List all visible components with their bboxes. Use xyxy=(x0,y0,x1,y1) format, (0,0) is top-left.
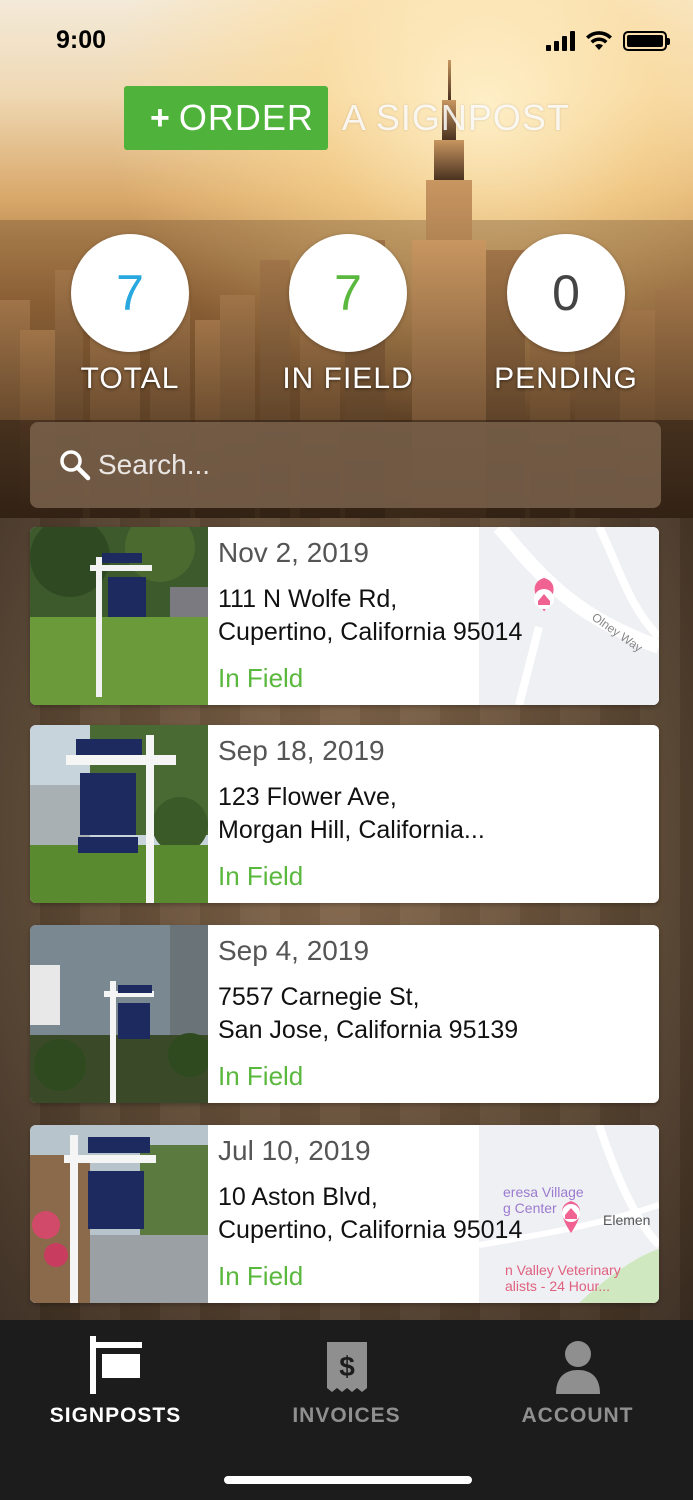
signpost-card[interactable]: eresa Village g Center Elemen n Valley V… xyxy=(30,1125,659,1303)
stat-pending-label: PENDING xyxy=(494,362,638,395)
signpost-status: In Field xyxy=(218,1061,304,1091)
address-line-2: Cupertino, California 95014 xyxy=(218,1216,523,1244)
tab-invoices-label: INVOICES xyxy=(292,1404,401,1427)
signpost-date: Sep 18, 2019 xyxy=(218,735,385,766)
tab-account-label: ACCOUNT xyxy=(521,1404,634,1427)
invoice-icon: $ xyxy=(231,1332,462,1394)
address-line-1: 7557 Carnegie St, xyxy=(218,983,420,1011)
address-line-1: 10 Aston Blvd, xyxy=(218,1183,378,1211)
stat-total[interactable]: 7 TOTAL xyxy=(30,234,230,396)
signpost-photo xyxy=(30,725,208,903)
signpost-status: In Field xyxy=(218,663,304,693)
stat-in-field[interactable]: 7 IN FIELD xyxy=(248,234,448,396)
signpost-icon xyxy=(0,1332,231,1394)
address-line-2: Cupertino, California 95014 xyxy=(218,618,523,646)
stat-total-label: TOTAL xyxy=(80,362,180,395)
stat-pending[interactable]: 0 PENDING xyxy=(466,234,666,396)
address-line-2: Morgan Hill, California... xyxy=(218,816,485,844)
stat-total-value: 7 xyxy=(71,234,189,352)
signpost-address: 123 Flower Ave, Morgan Hill, California.… xyxy=(218,781,578,847)
signpost-address: 111 N Wolfe Rd, Cupertino, California 95… xyxy=(218,583,578,649)
order-button-label: ORDER xyxy=(178,97,314,138)
signpost-photo xyxy=(30,1125,208,1303)
tab-invoices[interactable]: $ INVOICES xyxy=(231,1332,462,1428)
signpost-photo xyxy=(30,925,208,1103)
search-bar xyxy=(30,422,661,508)
address-line-1: 111 N Wolfe Rd, xyxy=(218,585,398,613)
signpost-address: 7557 Carnegie St, San Jose, California 9… xyxy=(218,981,578,1047)
stat-in-field-label: IN FIELD xyxy=(282,362,414,395)
signpost-card[interactable]: Sep 18, 2019 123 Flower Ave, Morgan Hill… xyxy=(30,725,659,903)
signpost-card[interactable]: Olney Way Nov 2, 2019 111 N Wolfe Rd, Cu… xyxy=(30,527,659,705)
battery-icon xyxy=(623,31,670,51)
signpost-photo xyxy=(30,527,208,705)
signpost-address: 10 Aston Blvd, Cupertino, California 950… xyxy=(218,1181,578,1247)
search-input[interactable] xyxy=(98,449,618,481)
order-suffix-text: A SIGNPOST xyxy=(341,97,570,138)
address-line-1: 123 Flower Ave, xyxy=(218,783,397,811)
stat-pending-value: 0 xyxy=(507,234,625,352)
map-place-label: n Valley Veterinary xyxy=(505,1262,621,1278)
signpost-status: In Field xyxy=(218,861,304,891)
svg-text:$: $ xyxy=(339,1351,355,1382)
signpost-card[interactable]: Sep 4, 2019 7557 Carnegie St, San Jose, … xyxy=(30,925,659,1103)
status-time: 9:00 xyxy=(56,26,107,54)
status-icons xyxy=(546,30,670,52)
map-place-label: alists - 24 Hour... xyxy=(505,1278,610,1294)
signpost-date: Jul 10, 2019 xyxy=(218,1135,371,1166)
signpost-date: Nov 2, 2019 xyxy=(218,537,369,568)
signpost-status: In Field xyxy=(218,1261,304,1291)
account-icon xyxy=(462,1332,693,1394)
home-indicator xyxy=(224,1476,472,1484)
wifi-icon xyxy=(586,31,612,50)
map-place-label: Elemen xyxy=(603,1212,650,1228)
search-icon xyxy=(60,450,91,481)
cellular-signal-icon xyxy=(546,31,575,51)
stat-in-field-value: 7 xyxy=(289,234,407,352)
status-bar: 9:00 xyxy=(0,0,693,80)
signpost-date: Sep 4, 2019 xyxy=(218,935,370,966)
tab-signposts-label: SIGNPOSTS xyxy=(49,1404,182,1427)
order-signpost-row: + ORDER A SIGNPOST xyxy=(124,86,570,150)
tab-signposts[interactable]: SIGNPOSTS xyxy=(0,1332,231,1428)
address-line-2: San Jose, California 95139 xyxy=(218,1016,519,1044)
bottom-tab-bar: SIGNPOSTS $ INVOICES ACCOUNT xyxy=(0,1320,693,1500)
tab-account[interactable]: ACCOUNT xyxy=(462,1332,693,1428)
plus-icon: + xyxy=(150,98,171,137)
order-button[interactable]: + ORDER xyxy=(124,86,328,150)
